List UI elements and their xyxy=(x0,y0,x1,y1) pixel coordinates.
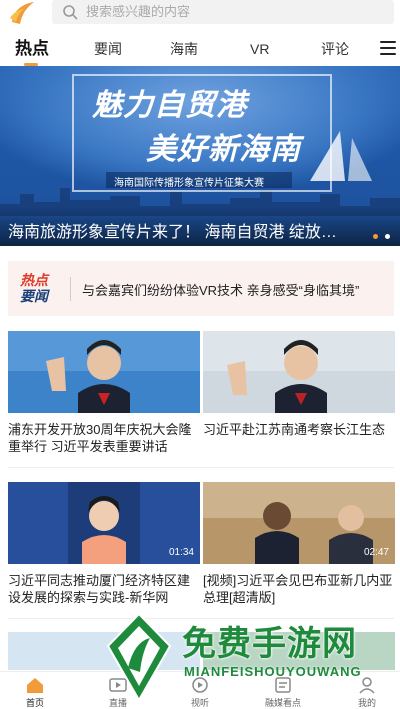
profile-icon xyxy=(359,677,375,694)
news-title[interactable]: 浦东开发开放30周年庆祝大会隆重举行 习近平发表重要讲话 xyxy=(8,421,200,455)
home-icon xyxy=(27,678,43,693)
news-title[interactable]: 习近平赴江苏南通考察长江生态 xyxy=(203,421,385,438)
divider xyxy=(70,277,71,301)
tab-hainan[interactable]: 海南 xyxy=(170,36,198,62)
search-bar[interactable]: 搜索感兴趣的内容 xyxy=(52,0,394,24)
news-card[interactable] xyxy=(203,632,395,670)
nav-media[interactable]: 融媒看点 xyxy=(253,676,313,709)
nav-live[interactable]: 直播 xyxy=(88,676,148,709)
news-title[interactable]: 习近平同志推动厦门经济特区建设发展的探索与实践-新华网 xyxy=(8,572,200,606)
carousel-dot[interactable] xyxy=(373,234,378,239)
bottom-navigation: 首页 直播 视听 融媒看点 我的 xyxy=(0,671,400,709)
banner-subtitle: 海南国际传播形象宣传片征集大赛 xyxy=(114,178,264,189)
media-icon xyxy=(275,677,291,693)
nav-home[interactable]: 首页 xyxy=(5,676,65,709)
banner-carousel[interactable]: 魅力自贸港 美好新海南 海南国际传播形象宣传片征集大赛 海南旅游形象宣传片来了！… xyxy=(0,66,400,246)
hot-badge-line2: 要闻 xyxy=(20,288,48,304)
news-card[interactable] xyxy=(8,632,200,670)
app-logo-icon xyxy=(10,2,34,24)
news-thumbnail[interactable] xyxy=(203,632,395,670)
video-duration: 01:34 xyxy=(168,547,194,558)
live-icon xyxy=(109,678,127,692)
news-thumbnail[interactable]: 01:34 xyxy=(8,482,200,564)
tab-comment[interactable]: 评论 xyxy=(321,36,349,62)
news-thumbnail[interactable] xyxy=(8,632,200,670)
news-thumbnail[interactable] xyxy=(8,331,200,413)
hot-news-ticker[interactable]: 热点 要闻 与会嘉宾们纷纷体验VR技术 亲身感受“身临其境” xyxy=(8,261,394,316)
banner-caption[interactable]: 海南旅游形象宣传片来了！ 海南自贸港 绽放新... xyxy=(8,218,338,242)
nav-label: 我的 xyxy=(357,698,376,708)
divider xyxy=(8,467,394,468)
top-bar: 搜索感兴趣的内容 xyxy=(0,0,400,26)
banner-calligraphy-line1: 魅力自贸港 xyxy=(92,88,247,123)
banner-calligraphy-line2: 美好新海南 xyxy=(146,132,301,167)
channel-menu-icon[interactable] xyxy=(380,41,396,55)
carousel-dots xyxy=(370,226,400,239)
nav-video[interactable]: 视听 xyxy=(170,676,230,709)
news-thumbnail[interactable] xyxy=(203,331,395,413)
nav-label: 直播 xyxy=(108,698,127,708)
nav-label: 视听 xyxy=(190,698,209,708)
search-placeholder: 搜索感兴趣的内容 xyxy=(86,4,191,19)
sail-graphic-icon xyxy=(310,131,372,181)
news-title[interactable]: [视频]习近平会见巴布亚新几内亚总理[超清版] xyxy=(203,572,395,606)
search-icon xyxy=(63,5,78,20)
nav-profile[interactable]: 我的 xyxy=(337,676,397,709)
tab-hot[interactable]: 热点 xyxy=(15,36,49,62)
nav-label: 融媒看点 xyxy=(264,698,301,708)
tab-vr[interactable]: VR xyxy=(250,36,269,62)
news-thumbnail[interactable]: 02:47 xyxy=(203,482,395,564)
hot-news-badge: 热点 要闻 xyxy=(20,272,54,304)
video-icon xyxy=(192,677,208,693)
video-duration: 02:47 xyxy=(363,547,389,558)
hot-news-text[interactable]: 与会嘉宾们纷纷体验VR技术 亲身感受“身临其境” xyxy=(82,280,359,299)
channel-tabs: 热点 要闻 海南 VR 评论 xyxy=(0,36,400,66)
nav-label: 首页 xyxy=(25,698,44,708)
hot-badge-line1: 热点 xyxy=(20,272,48,288)
divider xyxy=(8,618,394,619)
tab-headlines[interactable]: 要闻 xyxy=(94,36,122,62)
